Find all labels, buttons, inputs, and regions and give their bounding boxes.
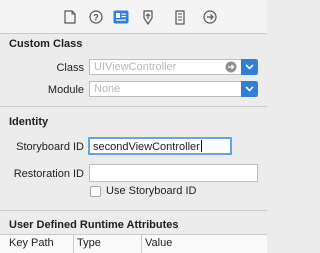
- section-divider: [0, 210, 267, 211]
- chevron-down-icon: [245, 64, 254, 70]
- custom-class-title: Custom Class: [9, 38, 83, 50]
- use-storyboard-id-label: Use Storyboard ID: [106, 185, 197, 197]
- module-dropdown-button[interactable]: [241, 81, 258, 97]
- class-dropdown-button[interactable]: [241, 59, 258, 75]
- class-placeholder: UIViewController: [94, 61, 177, 73]
- column-header-key-path[interactable]: Key Path: [9, 237, 54, 249]
- identity-icon[interactable]: [113, 9, 129, 25]
- column-header-value[interactable]: Value: [145, 237, 172, 249]
- storyboard-id-field[interactable]: secondViewController: [88, 137, 232, 155]
- attributes-icon[interactable]: [140, 9, 156, 25]
- help-icon[interactable]: ?: [88, 9, 104, 25]
- text-cursor: [200, 140, 202, 152]
- runtime-attributes-title: User Defined Runtime Attributes: [9, 219, 179, 231]
- module-placeholder: None: [94, 83, 121, 95]
- restoration-id-label: Restoration ID: [13, 168, 84, 180]
- size-icon[interactable]: [172, 9, 188, 25]
- svg-text:?: ?: [93, 13, 99, 23]
- column-separator: [73, 235, 74, 253]
- identity-title: Identity: [9, 116, 49, 128]
- connections-icon[interactable]: [202, 9, 218, 25]
- inspector-toolbar: ?: [0, 0, 267, 34]
- storyboard-id-value: secondViewController: [93, 141, 200, 153]
- storyboard-id-label: Storyboard ID: [16, 141, 84, 153]
- module-combobox[interactable]: None: [89, 81, 258, 97]
- navigate-arrow-icon[interactable]: [225, 61, 237, 73]
- class-label: Class: [56, 62, 84, 74]
- use-storyboard-id-checkbox[interactable]: [90, 186, 101, 197]
- module-label: Module: [47, 84, 84, 96]
- file-icon[interactable]: [62, 9, 78, 25]
- runtime-attributes-table-header: Key Path Type Value: [0, 234, 267, 253]
- class-combobox[interactable]: UIViewController: [89, 59, 258, 75]
- column-header-type[interactable]: Type: [77, 237, 101, 249]
- section-divider: [0, 106, 267, 107]
- column-separator: [141, 235, 142, 253]
- restoration-id-field[interactable]: [89, 164, 258, 182]
- chevron-down-icon: [245, 86, 254, 92]
